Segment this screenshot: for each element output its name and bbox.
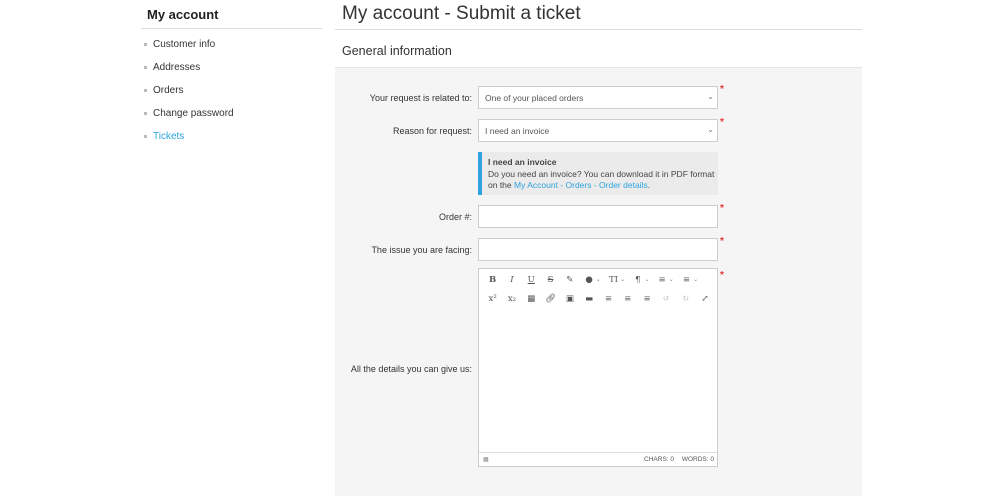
eraser-icon[interactable]: ✎ [560, 275, 579, 285]
chevron-down-icon[interactable]: ⌄ [644, 276, 649, 283]
invoice-info-box: I need an invoice Do you need an invoice… [478, 152, 718, 195]
editor-toolbar-row-1: B I U S ✎ ● ⌄ TI ⌄ ¶ ⌄ ≡ ⌄ ≡ ⌄ [479, 270, 717, 289]
required-marker: * [720, 270, 724, 281]
bullet-icon [144, 66, 147, 69]
info-title: I need an invoice [488, 157, 557, 167]
sidebar-item-label: Tickets [153, 131, 185, 142]
chevron-down-icon: ⌄ [707, 125, 714, 134]
reason-select-value: I need an invoice [485, 126, 550, 136]
superscript-button[interactable]: x² [483, 294, 502, 304]
details-label: All the details you can give us: [350, 364, 472, 374]
sidebar-item-label: Change password [153, 108, 234, 119]
info-end: . [647, 180, 651, 190]
align-left-icon[interactable]: ≡ [599, 294, 618, 304]
sidebar-item-label: Addresses [153, 62, 201, 73]
strikethrough-button[interactable]: S [541, 275, 560, 285]
bullet-icon [144, 112, 147, 115]
reason-label: Reason for request: [392, 126, 472, 136]
reason-select[interactable]: I need an invoice ⌄ [478, 119, 718, 142]
chevron-down-icon[interactable]: ⌄ [669, 276, 674, 283]
char-count: CHARS: 0 [644, 456, 675, 463]
sidebar-item-addresses[interactable]: Addresses [141, 58, 322, 81]
account-sidebar: My account Customer info Addresses Order… [141, 0, 322, 150]
required-marker: * [720, 117, 724, 128]
align-right-icon[interactable]: ≡ [637, 294, 656, 304]
required-marker: * [720, 84, 724, 95]
chevron-down-icon[interactable]: ⌄ [693, 276, 698, 283]
italic-button[interactable]: I [502, 275, 521, 285]
related-label: Your request is related to: [369, 93, 472, 103]
sidebar-item-label: Orders [153, 85, 184, 96]
issue-input[interactable] [478, 238, 718, 261]
main-content: My account - Submit a ticket General inf… [335, 0, 862, 496]
table-icon[interactable]: ▦ [522, 294, 541, 304]
video-icon[interactable]: ▬ [579, 294, 598, 304]
sidebar-item-label: Customer info [153, 39, 216, 50]
sidebar-item-customer-info[interactable]: Customer info [141, 35, 322, 58]
required-marker: * [720, 203, 724, 214]
info-text: Do you need an invoice? You can download… [488, 169, 718, 191]
align-center-icon[interactable]: ≡ [618, 294, 637, 304]
editor-counts: CHARS: 0 WORDS: 0 [638, 456, 714, 463]
sidebar-menu: Customer info Addresses Orders Change pa… [141, 29, 322, 150]
chevron-down-icon: ⌄ [707, 92, 714, 101]
link-icon[interactable]: 🔗︎ [541, 294, 560, 304]
undo-icon[interactable]: ↺ [657, 294, 676, 304]
required-marker: * [720, 236, 724, 247]
word-count: WORDS: 0 [681, 456, 714, 463]
section-title: General information [335, 30, 862, 68]
image-icon[interactable]: ▣ [560, 294, 579, 304]
fullscreen-icon[interactable]: ⤢ [695, 294, 714, 304]
resize-grip-icon[interactable]: ▦ [483, 456, 489, 463]
editor-status-bar: ▦ CHARS: 0 WORDS: 0 [479, 452, 717, 466]
sidebar-item-change-password[interactable]: Change password [141, 104, 322, 127]
related-select[interactable]: One of your placed orders ⌄ [478, 86, 718, 109]
rich-text-editor: B I U S ✎ ● ⌄ TI ⌄ ¶ ⌄ ≡ ⌄ ≡ ⌄ x² x₂ ▦ 🔗︎ ▣ ▬… [478, 268, 718, 467]
order-label: Order #: [438, 212, 472, 222]
sidebar-item-orders[interactable]: Orders [141, 81, 322, 104]
sidebar-title: My account [141, 0, 322, 29]
bold-button[interactable]: B [483, 275, 502, 285]
editor-toolbar-row-2: x² x₂ ▦ 🔗︎ ▣ ▬ ≡ ≡ ≡ ↺ ↻ ⤢ [479, 289, 717, 308]
related-select-value: One of your placed orders [485, 93, 584, 103]
issue-label: The issue you are facing: [371, 245, 472, 255]
chevron-down-icon[interactable]: ⌄ [620, 276, 625, 283]
ticket-form: Your request is related to: One of your … [335, 68, 862, 496]
page-title: My account - Submit a ticket [335, 0, 862, 30]
chevron-down-icon[interactable]: ⌄ [596, 276, 601, 283]
sidebar-item-tickets[interactable]: Tickets [141, 127, 322, 150]
subscript-button[interactable]: x₂ [502, 294, 521, 304]
bullet-icon [144, 89, 147, 92]
order-number-input[interactable] [478, 205, 718, 228]
redo-icon[interactable]: ↻ [676, 294, 695, 304]
bullet-icon [144, 135, 147, 138]
editor-text-area[interactable] [479, 309, 717, 453]
order-details-link[interactable]: My Account - Orders - Order details [514, 180, 648, 190]
underline-button[interactable]: U [522, 275, 541, 285]
bullet-icon [144, 43, 147, 46]
